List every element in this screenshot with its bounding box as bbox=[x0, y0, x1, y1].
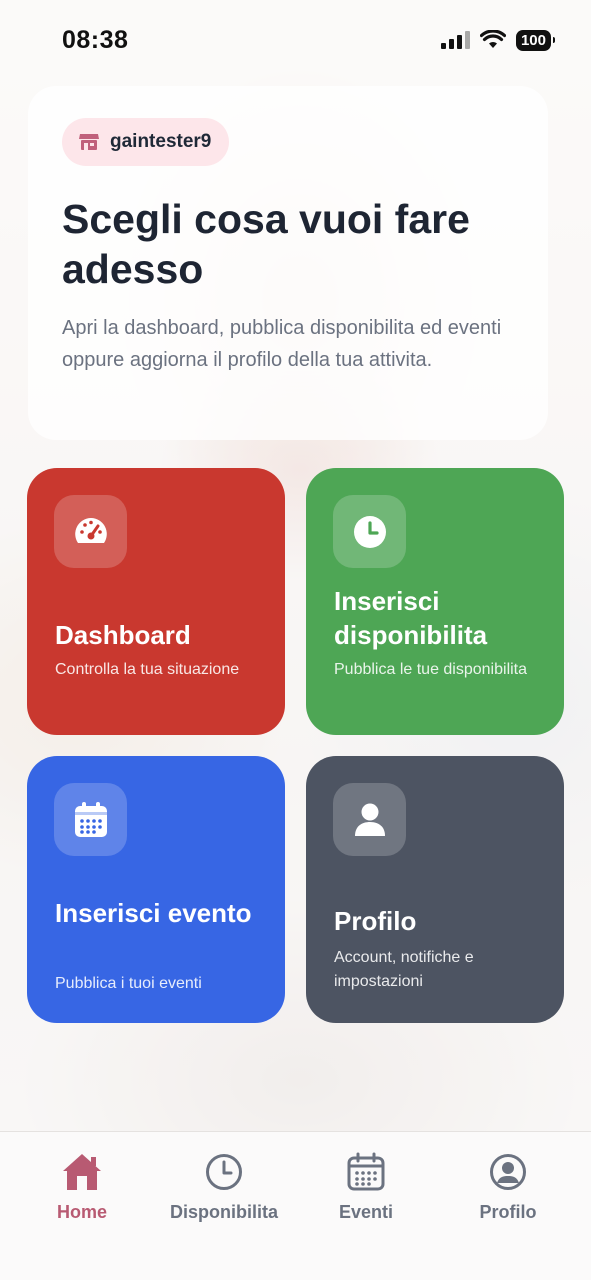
clock-icon bbox=[353, 515, 386, 548]
profile-subtitle: Account, notifiche e impostazioni bbox=[334, 949, 474, 990]
tab-profile[interactable]: Profilo bbox=[434, 1152, 582, 1223]
username-label: gaintester9 bbox=[110, 131, 212, 152]
battery-indicator: 100 bbox=[515, 29, 556, 51]
store-icon bbox=[79, 134, 99, 150]
page-title: Scegli cosa vuoi fare adesso bbox=[62, 196, 470, 292]
calendar-icon bbox=[74, 801, 107, 837]
dashboard-subtitle: Controlla la tua situazione bbox=[55, 661, 240, 678]
availability-subtitle: Pubblica le tue disponibilita bbox=[334, 661, 528, 678]
speedometer-icon bbox=[74, 517, 107, 543]
add-event-tile[interactable]: Inserisci evento Pubblica i tuoi eventi bbox=[27, 756, 285, 1023]
user-icon bbox=[354, 803, 385, 836]
calendar-icon bbox=[347, 1152, 385, 1191]
profile-title: Profilo bbox=[334, 906, 417, 936]
availability-title: Inserisci disponibilita bbox=[334, 586, 488, 650]
hero-card: gaintester9 Scegli cosa vuoi fare adesso… bbox=[28, 86, 548, 440]
availability-icon-box bbox=[333, 495, 406, 568]
tab-home-label: Home bbox=[56, 1202, 107, 1222]
page-subtitle: Apri la dashboard, pubblica disponibilit… bbox=[62, 317, 502, 371]
profile-tile[interactable]: Profilo Account, notifiche e impostazion… bbox=[306, 756, 564, 1023]
profile-icon-box bbox=[333, 783, 406, 856]
tab-events[interactable]: Eventi bbox=[292, 1152, 440, 1223]
event-icon-box bbox=[54, 783, 127, 856]
event-subtitle: Pubblica i tuoi eventi bbox=[55, 975, 202, 992]
home-icon bbox=[63, 1154, 101, 1190]
tab-availability[interactable]: Disponibilita bbox=[150, 1152, 298, 1223]
clock-icon bbox=[206, 1154, 242, 1190]
cellular-signal-icon bbox=[440, 31, 470, 49]
dashboard-tile[interactable]: Dashboard Controlla la tua situazione bbox=[27, 468, 285, 735]
dashboard-icon-box bbox=[54, 495, 127, 568]
bottom-tab-bar: Home Disponibilita Eventi Profilo bbox=[0, 1131, 591, 1280]
status-icons: 100 bbox=[440, 29, 556, 51]
user-circle-icon bbox=[490, 1154, 526, 1190]
tab-profile-label: Profilo bbox=[479, 1202, 537, 1222]
dashboard-title: Dashboard bbox=[55, 620, 191, 650]
tab-events-label: Eventi bbox=[338, 1202, 394, 1222]
event-title: Inserisci evento bbox=[55, 898, 252, 928]
status-bar: 08:38 100 bbox=[0, 0, 591, 80]
tab-home[interactable]: Home bbox=[8, 1152, 156, 1223]
wifi-icon bbox=[479, 30, 506, 48]
add-availability-tile[interactable]: Inserisci disponibilita Pubblica le tue … bbox=[306, 468, 564, 735]
status-time: 08:38 bbox=[62, 25, 129, 54]
user-chip: gaintester9 bbox=[62, 118, 230, 166]
tab-availability-label: Disponibilita bbox=[170, 1202, 278, 1222]
